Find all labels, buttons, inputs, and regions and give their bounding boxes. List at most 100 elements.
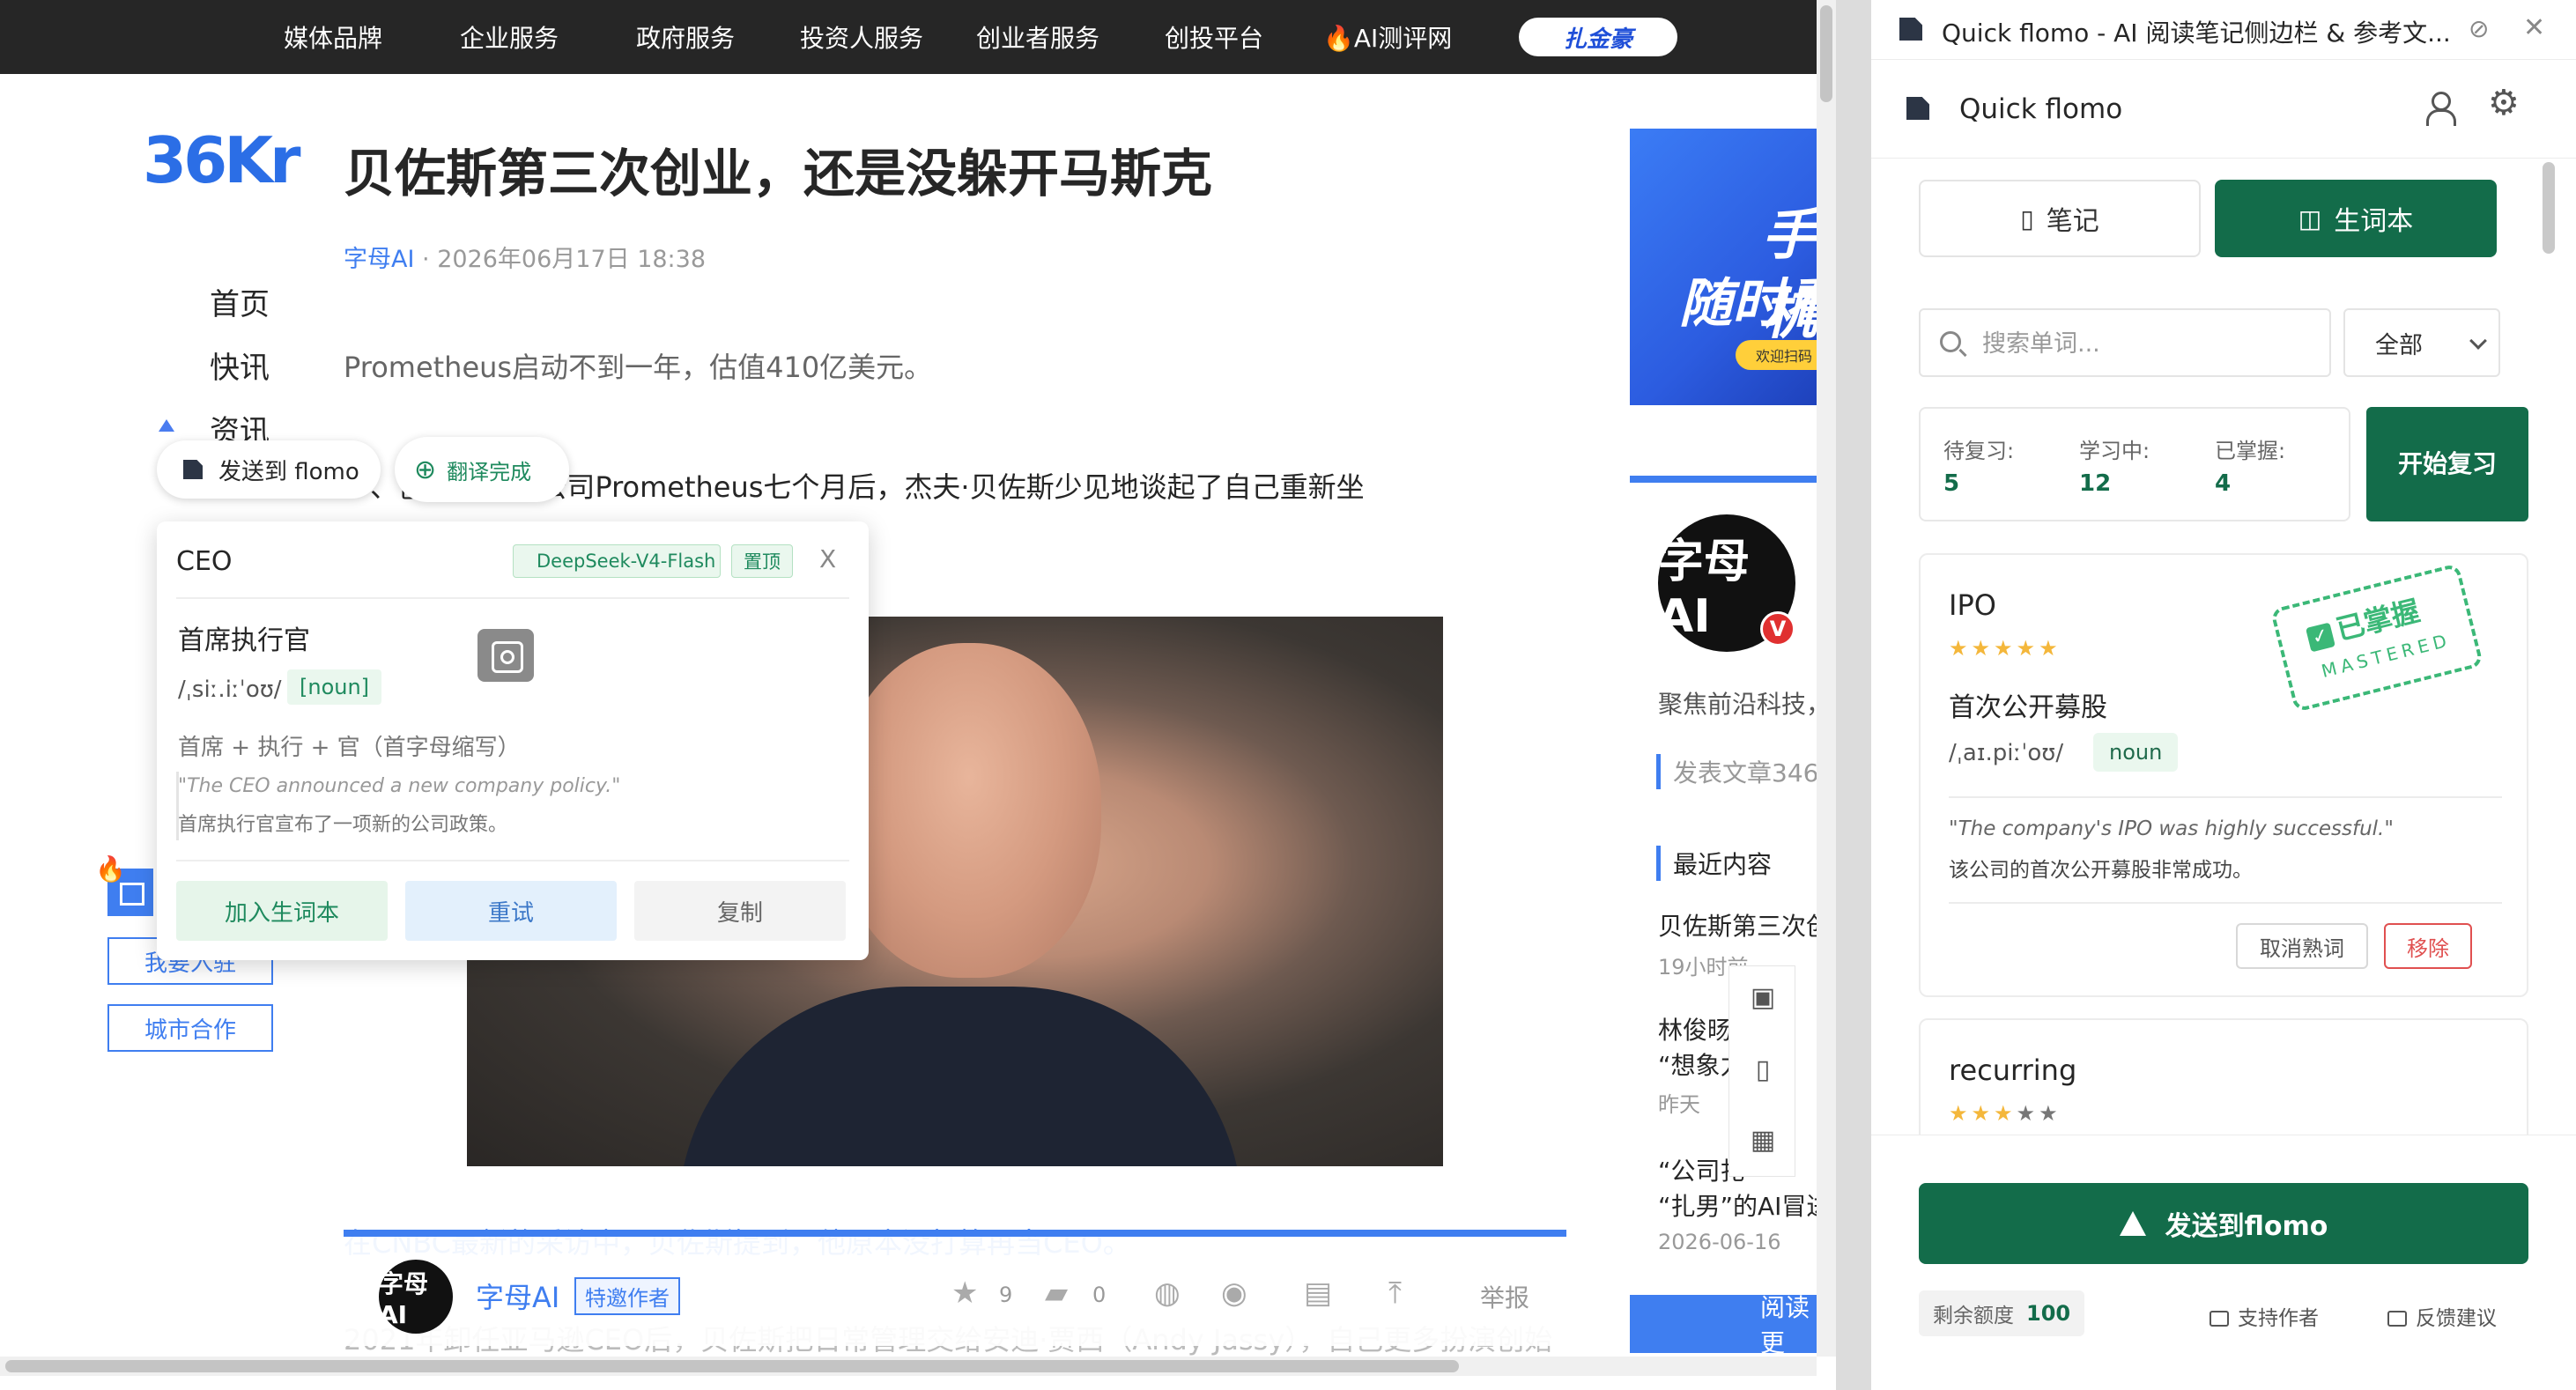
close-icon[interactable]: X [819,544,836,573]
feedback-link[interactable]: 反馈建议 [2387,1301,2497,1331]
report-link[interactable]: 举报 [1480,1279,1529,1314]
pin-button[interactable]: 置顶 [731,544,793,578]
star-filled-icon: ★ [2039,636,2062,661]
recent-item-title-line2[interactable]: “扎男”的AI冒进 [1658,1187,1817,1223]
divider [1949,796,2502,798]
star-filled-icon: ★ [1949,1101,1972,1126]
support-author-link[interactable]: 支持作者 [2210,1301,2319,1331]
nav-item-investor[interactable]: 投资人服务 [800,19,923,55]
vocab-card: recurring ★★★★★ [1919,1018,2528,1135]
star-empty-icon: ★ [2016,1101,2039,1126]
scrollbar-thumb[interactable] [1820,5,1832,102]
popup-example-zh: 首席执行官宣布了一项新的公司政策。 [178,814,508,836]
globe-icon: ⊕ [414,454,437,485]
add-to-vocab-button[interactable]: 加入生词本 [176,881,388,941]
remove-button[interactable]: 移除 [2384,923,2472,969]
tab-notes[interactable]: ▯ 笔记 [1919,180,2201,257]
sidebar-titlebar: Quick flomo - AI 阅读笔记侧边栏 & 参考文... ⊘ ✕ [1871,0,2576,60]
app-name: Quick flomo [1959,93,2123,125]
nav-item-ai-review[interactable]: 🔥AI测评网 [1323,19,1452,55]
flomo-sidebar: Quick flomo - AI 阅读笔记侧边栏 & 参考文... ⊘ ✕ Qu… [1871,0,2576,1390]
recent-item-title[interactable]: 林俊旸 [1658,1011,1732,1046]
review-stats: 待复习: 5 学习中: 12 已掌握: 4 [1919,407,2350,521]
start-review-button[interactable]: 开始复习 [2366,407,2528,521]
active-arrow-icon [159,419,174,432]
reader-icon[interactable]: ▤ [1304,1275,1332,1311]
site-logo[interactable]: 36Kr [143,123,300,197]
sidebar-content: ▯ 笔记 ◫ 生词本 全部 待复习: 5 学习中: 12 已掌握: 4 开始复习… [1871,159,2576,1135]
star-icon[interactable]: ★ [951,1275,978,1311]
star-filled-icon: ★ [1949,636,1972,661]
copy-button[interactable]: 复制 [634,881,846,941]
article-author-link[interactable]: 字母AI [344,246,414,273]
tab-vocab[interactable]: ◫ 生词本 [2215,180,2497,257]
author-card-articles: 发表文章346 [1656,754,1817,789]
stat-value-mastered: 4 [2215,470,2232,497]
ad-banner[interactable]: 手机 随时看 欢迎扫码 [1630,129,1817,405]
send-to-flomo-button[interactable]: 发送到flomo [1919,1183,2528,1264]
search-icon [1940,331,1961,352]
article-summary: Prometheus启动不到一年，估值410亿美元。 [344,351,933,384]
close-icon[interactable]: ✕ [2523,12,2545,43]
translate-status-pill[interactable]: ⊕ 翻译完成 [395,437,569,502]
unpin-icon[interactable]: ⊘ [2469,14,2489,43]
scroll-top-icon[interactable]: ⤒ [1388,1275,1402,1311]
tablet-icon[interactable]: ▯ [1747,1054,1779,1086]
screenshot-ocr-icon[interactable] [477,629,534,682]
vocab-example-en: "The company's IPO was highly successful… [1949,817,2394,840]
side-link-flash[interactable]: 快讯 [210,344,270,387]
user-icon[interactable] [2419,86,2461,129]
wechat-icon[interactable]: ◍ [1154,1275,1181,1311]
quota-badge: 剩余额度 100 [1919,1290,2085,1336]
city-coop-button[interactable]: 城市合作 [107,1004,273,1052]
read-more-button[interactable]: 阅读更 [1630,1293,1817,1357]
nav-item-government[interactable]: 政府服务 [636,19,735,55]
article-title: 贝佐斯第三次创业，还是没躲开马斯克 [344,144,1213,203]
photo-subject-body [678,987,1242,1166]
star-empty-icon: ★ [2039,1101,2062,1126]
stat-label-mastered: 已掌握: [2215,439,2286,463]
nav-item-media[interactable]: 媒体品牌 [284,19,382,55]
popup-pos-badge: [noun] [287,669,382,705]
author-avatar[interactable]: 字母AI [379,1260,453,1334]
vocab-example-zh: 该公司的首次公开募股非常成功。 [1949,859,2253,882]
unmaster-button[interactable]: 取消熟词 [2236,923,2368,969]
page-horizontal-scrollbar[interactable] [0,1357,1817,1376]
model-select[interactable]: DeepSeek-V4-Flash [513,544,721,578]
nav-item-founder[interactable]: 创业者服务 [976,19,1099,55]
flomo-doc-icon [183,460,203,479]
nav-promo-badge[interactable]: 扎金豪 [1519,18,1677,56]
popup-etymology: 首席 + 执行 + 官（首字母缩写） [178,735,521,761]
chevron-down-icon [2469,332,2487,350]
author-card: 字母AI V 聚焦前沿科技， 发表文章346 最近内容 贝佐斯第三次创 19小时… [1630,476,1817,1383]
star-filled-icon: ★ [2016,636,2039,661]
recent-item-title[interactable]: 贝佐斯第三次创 [1658,907,1817,943]
stat-label-learning: 学习中: [2079,439,2150,463]
gear-icon[interactable]: ⚙ [2488,83,2520,123]
comment-icon[interactable]: ▰ [1045,1275,1068,1311]
search-input[interactable] [1982,324,2317,363]
side-link-home[interactable]: 首页 [210,280,270,323]
star-rating: ★★★★★ [1949,1101,2062,1126]
chat-icon[interactable]: ▣ [1747,982,1779,1014]
divider [176,597,849,599]
page-vertical-scrollbar[interactable] [1817,0,1836,1357]
recent-content-title: 最近内容 [1656,846,1772,881]
vocab-phonetic: /ˌaɪ.piːˈoʊ/ [1949,740,2064,766]
author-name[interactable]: 字母AI [476,1275,559,1316]
article-page: 媒体品牌 企业服务 政府服务 投资人服务 创业者服务 创投平台 🔥AI测评网 扎… [0,0,1817,1390]
send-to-flomo-pill[interactable]: 发送到 flomo [157,440,381,499]
weibo-icon[interactable]: ◉ [1221,1275,1247,1311]
sidebar-scrollbar-thumb[interactable] [2543,162,2555,254]
nav-item-enterprise[interactable]: 企业服务 [460,19,559,55]
scrollbar-thumb[interactable] [5,1360,1459,1372]
retry-button[interactable]: 重试 [405,881,617,941]
qrcode-icon[interactable]: ▦ [1747,1125,1779,1157]
filter-select[interactable]: 全部 [2343,308,2500,377]
nav-item-platform[interactable]: 创投平台 [1165,19,1263,55]
star-filled-icon: ★ [1994,636,2017,661]
stat-label-due: 待复习: [1943,439,2015,463]
vocab-card: IPO ★★★★★ 首次公开募股 /ˌaɪ.piːˈoʊ/ noun "The … [1919,553,2528,997]
vocab-pos-badge: noun [2093,733,2179,772]
star-filled-icon: ★ [1994,1101,2017,1126]
